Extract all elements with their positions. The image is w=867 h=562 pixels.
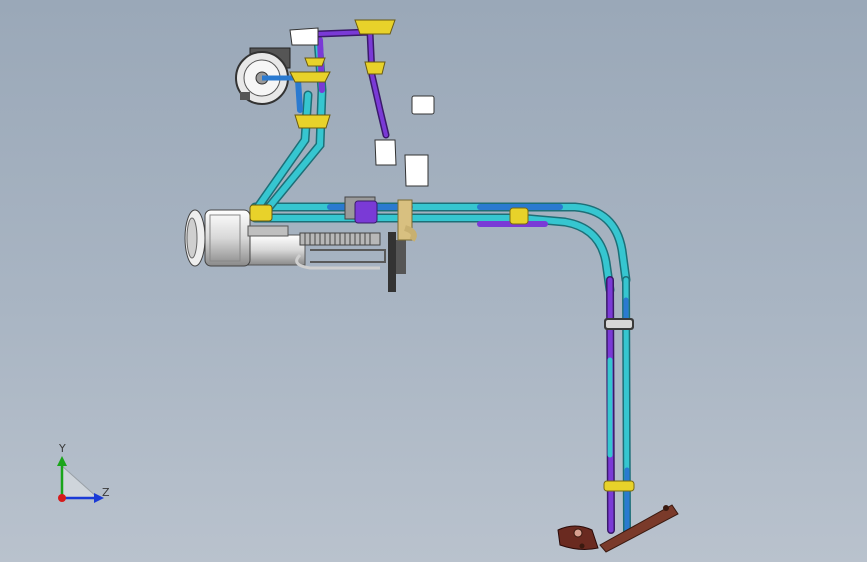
tube-run-lower[interactable] xyxy=(250,213,615,295)
mounting-bracket[interactable] xyxy=(557,504,679,553)
coordinate-triad xyxy=(57,456,104,503)
filter-cartridge[interactable] xyxy=(235,47,300,105)
axis-z-label: Z xyxy=(102,486,110,499)
hose-clamp[interactable] xyxy=(509,207,529,225)
axis-y-label: Y xyxy=(59,442,66,455)
tube-vertical-left[interactable] xyxy=(606,276,615,534)
hose-clamp[interactable] xyxy=(603,480,635,492)
hose-clamp[interactable] xyxy=(354,19,396,75)
cad-viewport[interactable] xyxy=(0,0,867,562)
hose-clamp[interactable] xyxy=(604,318,634,330)
